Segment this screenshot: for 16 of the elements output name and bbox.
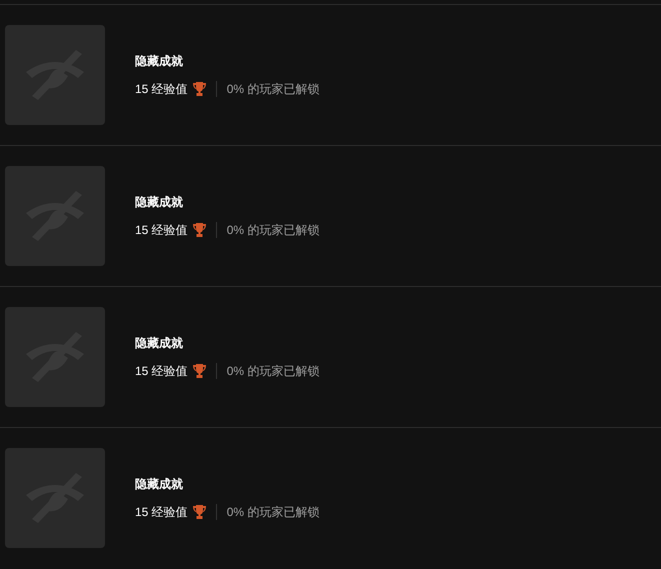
unlock-percentage: 0% 的玩家已解锁	[226, 504, 320, 521]
xp-value: 15 经验值	[135, 81, 188, 98]
achievement-title: 隐藏成就	[135, 476, 184, 493]
achievement-title: 隐藏成就	[135, 53, 184, 70]
trophy-icon	[192, 82, 206, 96]
trophy-icon	[192, 364, 206, 378]
xp-value: 15 经验值	[135, 504, 188, 521]
unlock-percentage: 0% 的玩家已解锁	[226, 363, 320, 380]
unlock-percentage: 0% 的玩家已解锁	[226, 81, 320, 98]
unlock-percentage: 0% 的玩家已解锁	[226, 222, 320, 239]
xp-value: 15 经验值	[135, 363, 188, 380]
achievement-title: 隐藏成就	[135, 335, 184, 352]
trophy-icon	[192, 505, 206, 519]
trophy-icon	[192, 223, 206, 237]
xp-value: 15 经验值	[135, 222, 188, 239]
achievement-title: 隐藏成就	[135, 194, 184, 211]
